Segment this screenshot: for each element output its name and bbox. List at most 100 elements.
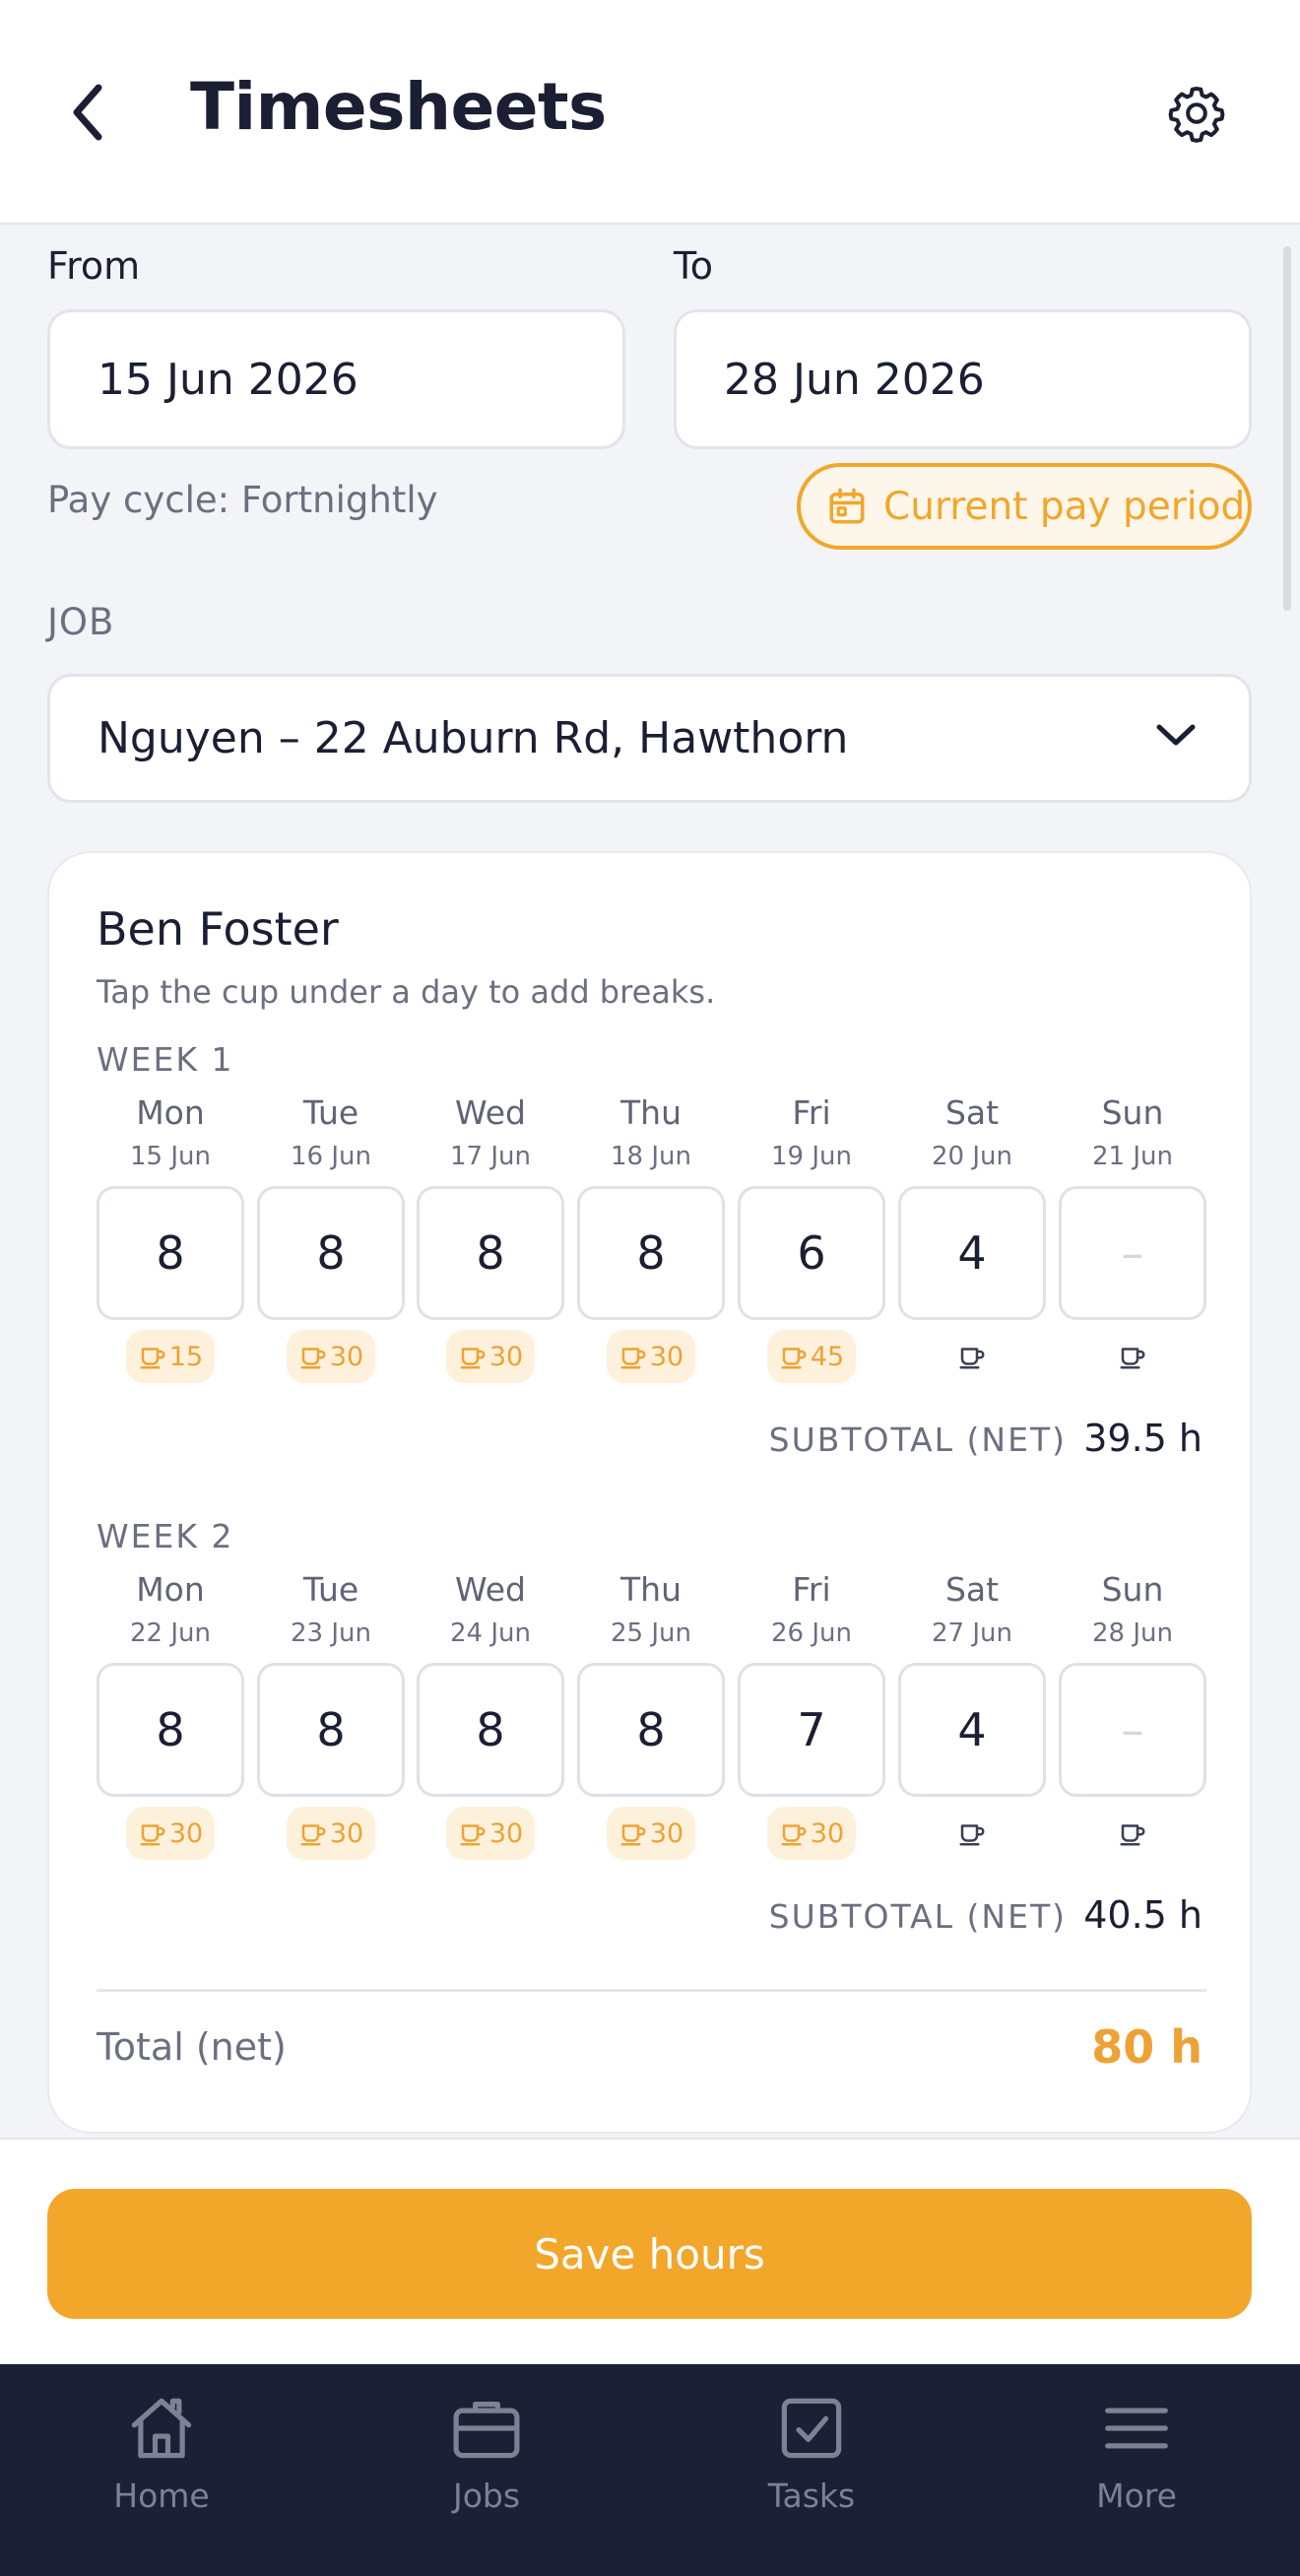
day-date: 16 Jun [291,1142,371,1171]
hours-input[interactable]: 8 [97,1663,244,1797]
app-header: Timesheets [0,0,1300,225]
cup-icon [1120,1824,1145,1846]
break-row: 45 [738,1320,885,1393]
week-2-subtotal: 40.5 h [1083,1893,1202,1937]
hours-input[interactable]: 4 [898,1663,1046,1797]
hours-input[interactable]: – [1059,1663,1206,1797]
break-badge[interactable]: 30 [606,1330,696,1383]
subtotal-label: SUBTOTAL (NET) [768,1420,1067,1459]
hours-input[interactable]: 8 [257,1186,405,1320]
nav-item-more[interactable]: More [1038,2386,1235,2515]
scrollbar[interactable] [1283,246,1291,611]
day-column: Thu 25 Jun 8 30 [577,1566,725,1870]
break-badge[interactable]: 30 [766,1807,857,1860]
hours-input[interactable]: 8 [417,1663,564,1797]
day-name: Fri [792,1093,831,1132]
hours-input[interactable]: 4 [898,1186,1046,1320]
day-date: 15 Jun [130,1142,211,1171]
day-date: 25 Jun [611,1618,691,1648]
nav-item-tasks[interactable]: Tasks [713,2386,910,2515]
cup-icon [781,1348,807,1369]
day-column: Wed 24 Jun 8 30 [417,1566,564,1870]
day-column: Sun 21 Jun – [1059,1090,1206,1393]
from-label: From [47,244,141,288]
break-minutes: 15 [168,1341,204,1372]
day-column: Tue 23 Jun 8 30 [257,1566,405,1870]
hours-input[interactable]: 8 [577,1663,725,1797]
job-select-value: Nguyen – 22 Auburn Rd, Hawthorn [98,713,849,763]
break-minutes: 30 [329,1341,364,1372]
nav-item-home[interactable]: Home [63,2386,260,2515]
break-badge[interactable]: 30 [606,1807,696,1860]
divider [97,1989,1206,1992]
to-label: To [674,244,714,288]
break-row [898,1320,1046,1393]
break-minutes: 45 [810,1341,845,1372]
hours-input[interactable]: 8 [97,1186,244,1320]
add-break-button[interactable] [1106,1330,1159,1383]
cup-icon [959,1824,985,1846]
day-name: Sun [1101,1093,1164,1132]
nav-item-jobs[interactable]: Jobs [388,2386,585,2515]
hours-input[interactable]: 8 [577,1186,725,1320]
cup-icon [620,1348,646,1369]
day-date: 24 Jun [450,1618,531,1648]
day-column: Wed 17 Jun 8 30 [417,1090,564,1393]
back-button[interactable] [57,77,116,148]
calendar-icon [829,488,865,524]
job-select[interactable]: Nguyen – 22 Auburn Rd, Hawthorn [47,674,1252,803]
bottom-nav: Home Jobs Tasks More [0,2364,1300,2576]
break-badge[interactable]: 30 [125,1807,216,1860]
break-badge[interactable]: 45 [766,1330,857,1383]
break-badge[interactable]: 30 [445,1807,536,1860]
break-minutes: 30 [810,1817,845,1849]
pay-cycle-text: Pay cycle: Fortnightly [47,479,438,521]
add-break-button[interactable] [1106,1807,1159,1860]
hours-input[interactable]: 8 [417,1186,564,1320]
day-name: Wed [455,1570,526,1609]
break-badge[interactable]: 30 [286,1807,376,1860]
briefcase-icon [453,2402,520,2459]
worker-name: Ben Foster [97,902,339,956]
cup-icon [460,1348,486,1369]
hours-input[interactable]: 6 [738,1186,885,1320]
break-row: 30 [417,1797,564,1870]
add-break-button[interactable] [945,1330,999,1383]
break-row: 30 [257,1797,405,1870]
break-badge[interactable]: 15 [125,1330,216,1383]
day-date: 19 Jun [771,1142,852,1171]
day-column: Mon 22 Jun 8 30 [97,1566,244,1870]
break-minutes: 30 [649,1817,684,1849]
hours-input[interactable]: 8 [257,1663,405,1797]
chevron-down-icon [1156,724,1196,746]
hours-input[interactable]: – [1059,1186,1206,1320]
break-badge[interactable]: 30 [445,1330,536,1383]
job-label: JOB [47,601,115,643]
week-1-subtotal: 39.5 h [1083,1417,1202,1460]
nav-label-home: Home [113,2477,210,2515]
day-name: Sun [1101,1570,1164,1609]
break-minutes: 30 [329,1817,364,1849]
settings-button[interactable] [1162,79,1231,148]
hours-input[interactable]: 7 [738,1663,885,1797]
cup-icon [1120,1348,1145,1369]
day-name: Wed [455,1093,526,1132]
day-column: Thu 18 Jun 8 30 [577,1090,725,1393]
to-date-field[interactable]: 28 Jun 2026 [674,309,1252,449]
day-date: 23 Jun [291,1618,371,1648]
current-pay-period-button[interactable]: Current pay period [797,463,1252,550]
save-hours-button[interactable]: Save hours [47,2189,1252,2319]
day-column: Sat 20 Jun 4 [898,1090,1046,1393]
add-break-button[interactable] [945,1807,999,1860]
menu-icon [1105,2408,1168,2449]
day-name: Tue [302,1570,359,1609]
chevron-left-icon [73,84,102,141]
day-column: Sat 27 Jun 4 [898,1566,1046,1870]
day-column: Sun 28 Jun – [1059,1566,1206,1870]
from-date-field[interactable]: 15 Jun 2026 [47,309,625,449]
break-badge[interactable]: 30 [286,1330,376,1383]
day-column: Mon 15 Jun 8 15 [97,1090,244,1393]
day-date: 18 Jun [611,1142,691,1171]
day-date: 26 Jun [771,1618,852,1648]
nav-label-tasks: Tasks [767,2477,856,2515]
